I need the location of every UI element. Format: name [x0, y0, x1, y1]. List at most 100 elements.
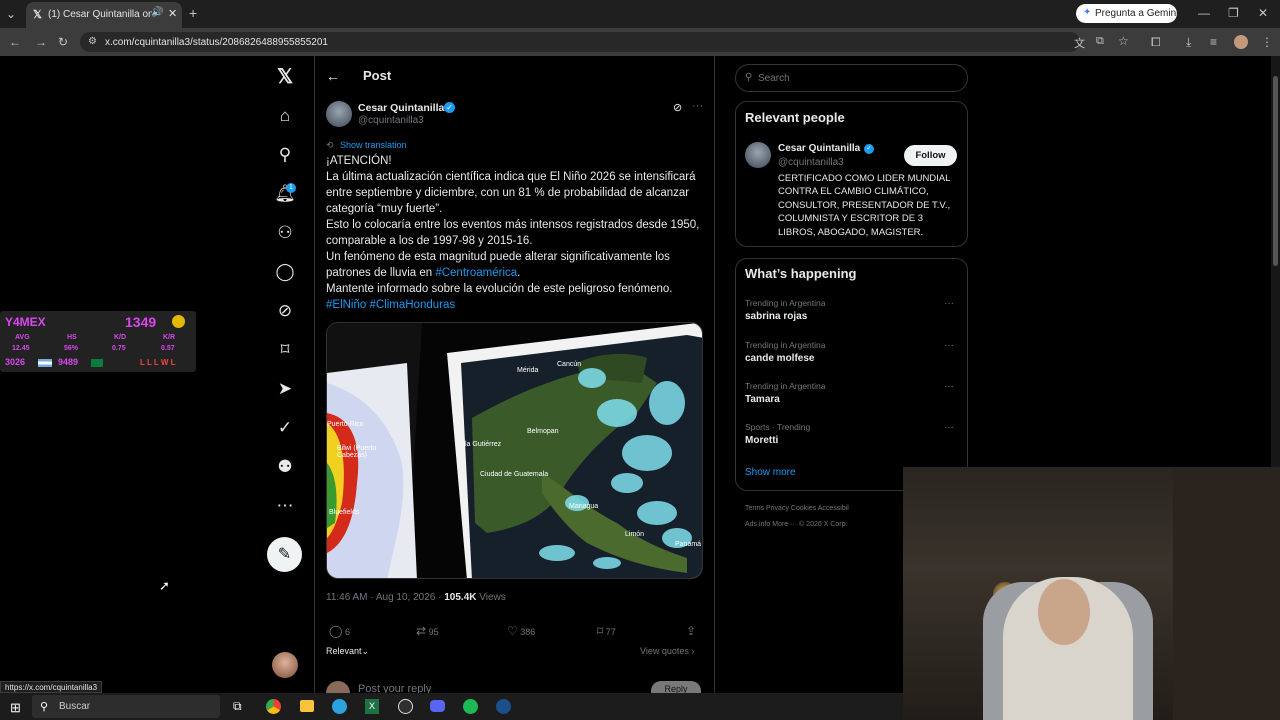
repost-action[interactable]: ⇄ 95 — [416, 624, 439, 638]
person-name[interactable]: Cesar Quintanilla — [778, 143, 860, 154]
my-avatar[interactable] — [272, 652, 298, 678]
trend-more-icon[interactable]: ··· — [944, 340, 954, 351]
profile-avatar[interactable] — [1234, 35, 1248, 49]
x-logo-icon[interactable]: 𝕏 — [272, 64, 298, 90]
messages-icon[interactable]: ◯ — [272, 259, 298, 285]
post-more-icon[interactable]: ··· — [692, 100, 703, 112]
profile-icon[interactable]: ⚉ — [272, 454, 298, 480]
footer-links[interactable]: Ads info More ··· © 2026 X Corp. — [745, 521, 847, 528]
map-label: Belmopan — [527, 428, 559, 435]
trend-more-icon[interactable]: ··· — [944, 381, 954, 392]
close-window-icon[interactable]: ✕ — [1258, 6, 1268, 20]
extensions-icon[interactable]: ⧠ — [1151, 35, 1161, 50]
author-avatar[interactable] — [326, 101, 352, 127]
excel-icon[interactable]: X — [365, 699, 379, 714]
site-info-icon[interactable]: ⚙ — [88, 36, 97, 47]
timestamp-text[interactable]: 11:46 AM · Aug 10, 2026 · — [326, 592, 444, 603]
windows-start-icon[interactable]: ⊞ — [10, 700, 21, 716]
map-label: Ciudad de Guatemala — [480, 471, 549, 478]
obs-icon[interactable] — [398, 699, 413, 714]
trend-more-icon[interactable]: ··· — [944, 422, 954, 433]
stats-overlay: Y4MEX 1349 AVG HS K/D K/R 12.45 56% 0.75… — [0, 311, 196, 372]
back-icon[interactable]: ← — [9, 35, 21, 49]
like-action[interactable]: ♡ 386 — [507, 624, 535, 638]
downloads-icon[interactable]: ⤓ — [1186, 35, 1191, 50]
post-media-image[interactable]: Puerto Rico Bilwi (Puerto Cabezas) Bluef… — [326, 322, 703, 579]
file-explorer-icon[interactable] — [300, 700, 314, 712]
more-icon[interactable]: ⋯ — [272, 493, 298, 519]
hashtag-link[interactable]: #Centroamérica — [435, 267, 517, 279]
address-bar[interactable]: ⚙ x.com/cquintanilla3/status/20868264889… — [80, 32, 1129, 52]
rocket-icon[interactable]: ➤ — [272, 376, 298, 402]
search-icon[interactable]: ⚲ — [272, 142, 298, 168]
person-handle[interactable]: @cquintanilla3 — [778, 157, 844, 168]
overlay-results: L L L W L — [140, 358, 176, 367]
search-input[interactable]: Search — [758, 73, 790, 84]
webcam-feed — [903, 467, 1280, 720]
restore-icon[interactable]: ❐ — [1228, 6, 1239, 20]
hashtags-link[interactable]: #ElNiño #ClimaHonduras — [326, 297, 706, 313]
follow-button[interactable]: Follow — [904, 145, 957, 166]
verified-icon[interactable]: ✓ — [272, 415, 298, 441]
menu-icon[interactable]: ⋮ — [1261, 35, 1273, 49]
reload-icon[interactable]: ↻ — [58, 35, 68, 49]
minimize-icon[interactable]: — — [1198, 6, 1210, 20]
audio-icon[interactable]: 🔊 — [151, 7, 163, 18]
browser-tab[interactable]: 𝕏 (1) Cesar Quintanilla on X: " 🔊 ✕ — [26, 2, 182, 28]
trend-name[interactable]: sabrina rojas — [745, 311, 807, 322]
author-handle[interactable]: @cquintanilla3 — [358, 115, 424, 126]
show-more-link[interactable]: Show more — [745, 467, 796, 478]
trend-name[interactable]: Tamara — [745, 394, 780, 405]
tab-search-icon[interactable]: ⌄ — [6, 7, 16, 21]
map-label: Bilwi (Puerto Cabezas) — [337, 445, 377, 459]
search-box[interactable]: ⚲ Search — [735, 64, 968, 92]
spotify-icon[interactable] — [463, 699, 478, 714]
forward-icon[interactable]: → — [35, 35, 47, 49]
reply-input[interactable]: Post your reply — [358, 683, 431, 693]
follow-icon[interactable]: ⚇ — [272, 220, 298, 246]
verified-badge-icon: ✓ — [444, 102, 455, 113]
grok-icon[interactable]: ⊘ — [272, 298, 298, 324]
home-icon[interactable]: ⌂ — [272, 103, 298, 129]
gemini-button[interactable]: ✦ Pregunta a Gemini — [1076, 4, 1179, 23]
heart-icon: ♡ — [507, 624, 518, 638]
footer-links[interactable]: Terms Privacy Cookies Accessibil — [745, 505, 849, 512]
media-control-icon[interactable]: ≡ — [1210, 35, 1217, 49]
telegram-icon[interactable] — [332, 699, 347, 714]
bookmark-action[interactable]: ⌑ 77 — [597, 624, 616, 638]
translate-icon[interactable]: 文 — [1074, 35, 1085, 51]
chrome-icon[interactable] — [266, 699, 281, 714]
back-arrow-icon[interactable]: ← — [326, 68, 340, 84]
trend-more-icon[interactable]: ··· — [944, 298, 954, 309]
search-small-icon: ⚲ — [745, 72, 753, 83]
reply-button[interactable]: Reply — [651, 681, 701, 693]
bookmarks-icon[interactable]: ⌑ — [272, 337, 298, 363]
trend-name[interactable]: cande molfese — [745, 353, 814, 364]
view-quotes-link[interactable]: View quotes › — [640, 646, 694, 656]
gemini-label: Pregunta a Gemini — [1095, 8, 1179, 19]
task-view-icon[interactable]: ⧉ — [233, 699, 242, 714]
steam-icon[interactable] — [496, 699, 511, 714]
repost-icon: ⇄ — [416, 624, 427, 638]
compose-button[interactable]: ✎ — [267, 537, 302, 572]
reply-action[interactable]: ◯ 6 — [329, 624, 350, 638]
sort-dropdown[interactable]: Relevant⌄ — [326, 646, 369, 657]
post-line-text: patrones de lluvia en — [326, 267, 436, 279]
close-tab-icon[interactable]: ✕ — [168, 7, 177, 20]
grok-post-icon[interactable]: ⊘ — [673, 101, 682, 114]
trend-name[interactable]: Moretti — [745, 435, 778, 446]
show-translation-link[interactable]: Show translation — [340, 140, 407, 150]
share-icon[interactable]: ⇪ — [686, 624, 696, 638]
bookmark-star-icon[interactable]: ☆ — [1118, 34, 1129, 48]
taskbar-search-icon: ⚲ — [40, 701, 49, 713]
author-name[interactable]: Cesar Quintanilla — [358, 102, 444, 114]
x-favicon-icon: 𝕏 — [33, 9, 42, 21]
new-tab-icon[interactable]: + — [189, 5, 197, 21]
repost-count: 95 — [428, 627, 439, 637]
taskbar-search[interactable]: ⚲ Buscar — [32, 695, 220, 718]
install-icon[interactable]: ⧉ — [1096, 35, 1104, 48]
discord-icon[interactable] — [430, 700, 445, 712]
map-label: Mérida — [517, 367, 539, 374]
person-avatar[interactable] — [745, 142, 771, 168]
post-timestamp: 11:46 AM · Aug 10, 2026 · 105.4K Views — [326, 592, 506, 603]
